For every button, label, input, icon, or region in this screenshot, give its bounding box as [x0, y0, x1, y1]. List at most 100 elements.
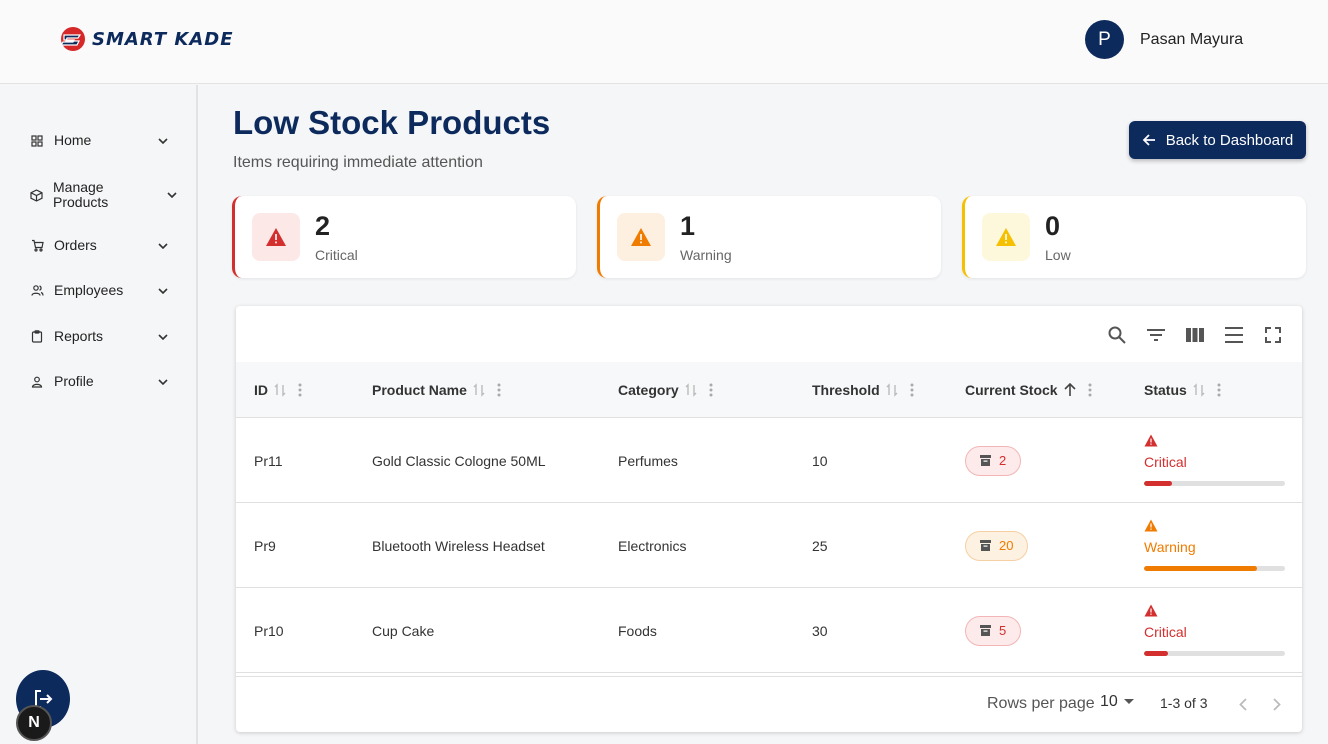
stock-chip: 5 — [965, 615, 1022, 646]
chevron-down-icon[interactable] — [156, 134, 170, 148]
logo[interactable]: SMART KADE — [58, 24, 234, 54]
clipboard-icon — [30, 330, 44, 344]
column-menu-icon[interactable] — [298, 383, 302, 397]
chevron-down-icon[interactable] — [156, 239, 170, 253]
cell-current-stock: 20 — [965, 503, 1029, 588]
cell-status: Warning — [1144, 503, 1286, 588]
sort-icon[interactable] — [685, 383, 697, 397]
previous-page-button[interactable] — [1232, 693, 1254, 715]
cell-category: Electronics — [618, 537, 687, 554]
table-row[interactable]: Pr10 Cup Cake Foods 30 5 Critical — [236, 588, 1302, 673]
next-dev-badge[interactable]: N — [16, 705, 52, 741]
stock-chip: 20 — [965, 530, 1029, 561]
rows-per-page-select[interactable]: 10 — [1100, 693, 1134, 711]
cell-threshold: 30 — [812, 622, 828, 639]
cell-product-name: Gold Classic Cologne 50ML — [372, 452, 546, 469]
sidebar-item-orders[interactable]: Orders — [30, 238, 170, 253]
back-button-label: Back to Dashboard — [1165, 131, 1294, 149]
stat-card-low: 0 Low — [962, 196, 1306, 278]
density-icon[interactable] — [1223, 324, 1245, 346]
arrow-left-icon — [1142, 134, 1155, 146]
warning-icon — [1144, 434, 1158, 452]
column-header-current-stock[interactable]: Current Stock — [965, 362, 1092, 418]
sort-icon[interactable] — [1193, 383, 1205, 397]
column-menu-icon[interactable] — [709, 383, 713, 397]
status-progress-bar — [1144, 651, 1285, 656]
sidebar-item-label: Manage Products — [53, 179, 109, 210]
status-progress-bar — [1144, 481, 1285, 486]
page-subtitle: Items requiring immediate attention — [233, 154, 483, 171]
sort-icon[interactable] — [473, 383, 485, 397]
warning-icon — [1144, 519, 1158, 537]
warning-icon — [1144, 604, 1158, 622]
warning-icon — [617, 213, 665, 261]
sidebar-item-label: Orders — [54, 237, 97, 253]
avatar[interactable]: P — [1085, 20, 1124, 59]
chevron-down-icon[interactable] — [156, 375, 170, 389]
stat-label: Critical — [315, 247, 358, 263]
chevron-down-icon[interactable] — [156, 330, 170, 344]
table-row[interactable]: Pr11 Gold Classic Cologne 50ML Perfumes … — [236, 418, 1302, 503]
cell-status: Critical — [1144, 588, 1286, 673]
sidebar-item-profile[interactable]: Profile — [30, 374, 170, 389]
filter-icon[interactable] — [1145, 324, 1167, 346]
status-progress-fill — [1144, 481, 1173, 486]
sidebar-item-manage-products[interactable]: Manage Products — [30, 179, 177, 210]
archive-icon — [980, 625, 991, 636]
column-header-product-name[interactable]: Product Name — [372, 362, 501, 418]
stat-card-critical: 2 Critical — [232, 196, 576, 278]
caret-down-icon — [1123, 699, 1134, 704]
archive-icon — [980, 455, 991, 466]
cart-icon — [30, 239, 44, 253]
column-header-id[interactable]: ID — [254, 362, 302, 418]
sidebar-item-label: Profile — [54, 373, 94, 389]
cell-product-name: Cup Cake — [372, 622, 435, 639]
warning-icon — [982, 213, 1030, 261]
column-menu-icon[interactable] — [1217, 383, 1221, 397]
search-icon[interactable] — [1106, 324, 1128, 346]
column-menu-icon[interactable] — [497, 383, 501, 397]
column-header-category[interactable]: Category — [618, 362, 713, 418]
columns-icon[interactable] — [1184, 324, 1206, 346]
next-page-button[interactable] — [1266, 693, 1288, 715]
back-to-dashboard-button[interactable]: Back to Dashboard — [1129, 121, 1306, 159]
warning-icon — [252, 213, 300, 261]
stat-value: 1 — [680, 211, 696, 241]
stock-value: 20 — [999, 538, 1014, 553]
status-progress-fill — [1144, 566, 1257, 571]
top-header: SMART KADE P Pasan Mayura — [0, 0, 1328, 84]
sidebar-item-label: Employees — [54, 282, 124, 298]
sort-icon[interactable] — [886, 383, 898, 397]
chevron-down-icon[interactable] — [167, 188, 177, 202]
pagination-range: 1-3 of 3 — [1160, 695, 1208, 711]
user-menu[interactable]: P Pasan Mayura — [1085, 20, 1243, 59]
cell-current-stock: 5 — [965, 588, 1022, 673]
stock-value: 5 — [999, 623, 1007, 638]
column-header-label: ID — [254, 382, 268, 398]
sidebar-item-label: Reports — [54, 328, 104, 344]
user-name: Pasan Mayura — [1140, 30, 1244, 48]
column-menu-icon[interactable] — [1088, 383, 1092, 397]
sidebar: Home Manage Products Orders Employees Re… — [0, 85, 198, 744]
fullscreen-icon[interactable] — [1262, 324, 1284, 346]
sort-ascending-icon[interactable] — [1064, 383, 1076, 397]
sidebar-item-home[interactable]: Home — [30, 133, 170, 148]
column-header-label: Product Name — [372, 382, 467, 398]
rows-per-page-value: 10 — [1100, 693, 1118, 710]
stat-label: Warning — [680, 247, 732, 263]
sidebar-item-reports[interactable]: Reports — [30, 329, 170, 344]
column-header-status[interactable]: Status — [1144, 362, 1221, 418]
status-progress-fill — [1144, 651, 1168, 656]
column-menu-icon[interactable] — [910, 383, 914, 397]
column-header-label: Threshold — [812, 382, 880, 398]
sort-icon[interactable] — [274, 383, 286, 397]
sidebar-item-label: Home — [54, 132, 92, 148]
table-pagination: Rows per page 10 1-3 of 3 — [236, 676, 1302, 732]
sidebar-item-employees[interactable]: Employees — [30, 283, 170, 298]
column-header-threshold[interactable]: Threshold — [812, 362, 914, 418]
table-row[interactable]: Pr9 Bluetooth Wireless Headset Electroni… — [236, 503, 1302, 588]
chevron-down-icon[interactable] — [156, 284, 170, 298]
cell-id: Pr11 — [254, 452, 283, 469]
low-stock-table: ID Product Name Category Threshold Curre… — [236, 306, 1302, 732]
cell-current-stock: 2 — [965, 418, 1022, 503]
